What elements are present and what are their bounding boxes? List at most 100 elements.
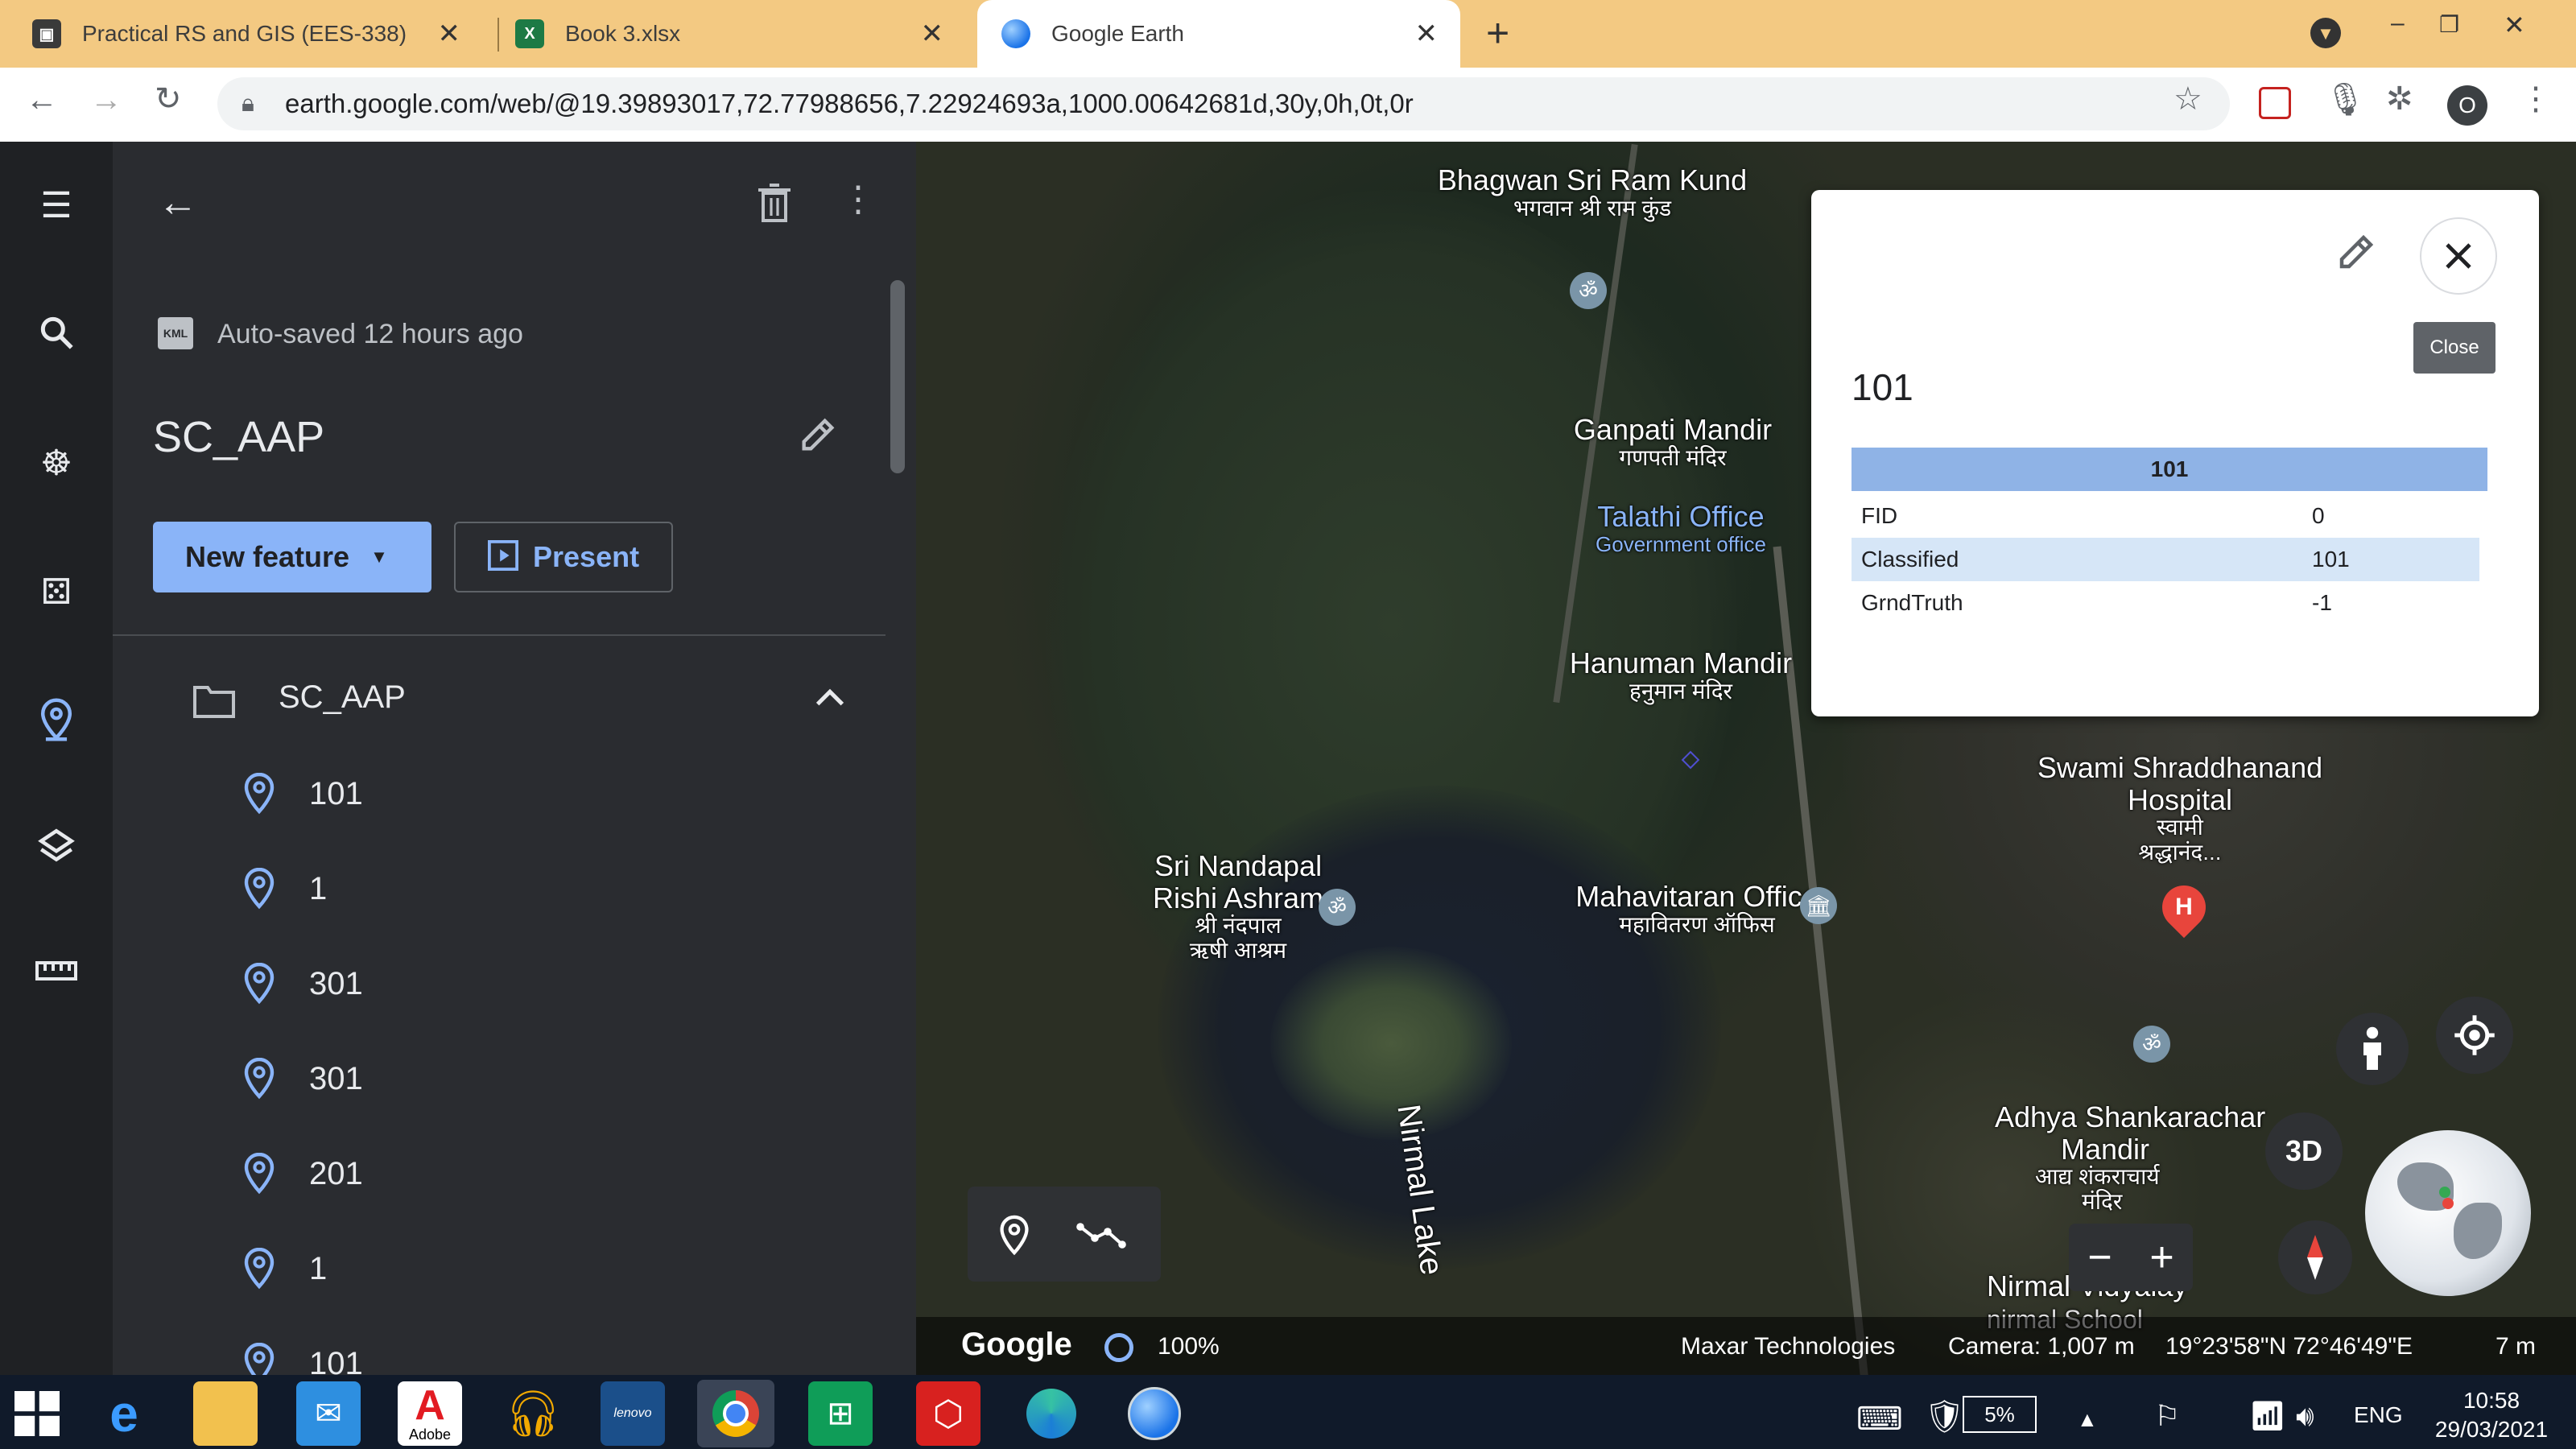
feature-list-item[interactable]: 101 — [242, 1331, 363, 1375]
headphones-icon[interactable]: 🎧︎ — [501, 1381, 565, 1446]
extension-pocket-icon[interactable] — [2259, 87, 2291, 119]
google-earth-pro-icon[interactable] — [1122, 1381, 1187, 1446]
google-earth-icon — [1001, 19, 1030, 48]
place-name: Adhya Shankarachar — [1995, 1100, 2266, 1133]
profile-avatar[interactable]: O — [2447, 85, 2487, 126]
mail-icon[interactable]: ✉ — [296, 1381, 361, 1446]
tab-book3[interactable]: X Book 3.xlsx ✕ — [515, 0, 966, 68]
file-explorer-icon[interactable] — [193, 1381, 258, 1446]
chrome-icon[interactable] — [697, 1380, 774, 1447]
security-shield-icon[interactable]: 🛡︎ — [1924, 1397, 1965, 1435]
feature-list-item[interactable]: 101 — [242, 762, 363, 826]
voyager-wheel-icon[interactable]: ☸ — [34, 441, 79, 486]
zoom-out-icon[interactable]: − — [2087, 1233, 2112, 1282]
browser-menu-icon[interactable]: ⋮ — [2520, 80, 2552, 118]
temple-pin-icon[interactable]: ॐ — [1319, 889, 1356, 926]
show-hidden-icons-chevron-icon[interactable]: ▲ — [2077, 1407, 2098, 1432]
panel-scrollbar[interactable] — [890, 280, 905, 473]
keyboard-icon[interactable]: ⌨ — [1856, 1401, 1903, 1438]
back-icon[interactable]: ← — [26, 82, 58, 118]
imagery-attribution[interactable]: Maxar Technologies — [1681, 1333, 1895, 1360]
store-icon[interactable]: ⊞ — [808, 1381, 873, 1446]
close-window-button[interactable]: ✕ — [2504, 10, 2525, 40]
close-tab-icon[interactable]: ✕ — [921, 18, 944, 50]
temple-pin-icon[interactable]: ॐ — [2133, 1026, 2170, 1063]
new-feature-button[interactable]: New feature ▼ — [153, 522, 431, 592]
wifi-signal-icon[interactable]: 📶︎ — [2249, 1399, 2286, 1433]
3d-box-app-icon[interactable]: ⬡ — [916, 1381, 980, 1446]
reload-icon[interactable]: ↻ — [155, 80, 182, 118]
government-building-pin-icon[interactable]: 🏛︎ — [1800, 887, 1837, 924]
tab-google-earth[interactable]: Google Earth ✕ — [977, 0, 1460, 68]
compass-icon[interactable] — [2278, 1220, 2352, 1294]
close-card-button[interactable] — [2420, 217, 2497, 295]
present-button[interactable]: Present — [454, 522, 673, 592]
place-label-hanuman[interactable]: Hanuman Mandir हनुमान मंदिर — [1544, 647, 1818, 704]
lock-icon[interactable]: 🔒︎ — [242, 90, 254, 118]
feature-name: 1 — [309, 1250, 328, 1286]
pegman-street-view-icon[interactable] — [2336, 1013, 2409, 1085]
table-row: Classified 101 — [1852, 538, 2479, 581]
back-arrow-icon[interactable]: ← — [158, 179, 198, 225]
temple-pin-icon[interactable]: ॐ — [1570, 272, 1607, 309]
add-placemark-icon[interactable] — [997, 1214, 1032, 1261]
attribute-table-header: 101 — [1852, 448, 2487, 491]
close-tab-icon[interactable]: ✕ — [1415, 18, 1439, 50]
url-text[interactable]: earth.google.com/web/@19.39893017,72.779… — [285, 89, 1414, 119]
table-row: GrndTruth -1 — [1852, 581, 2479, 625]
search-icon[interactable] — [34, 312, 79, 357]
battery-indicator[interactable]: 5% — [1963, 1396, 2037, 1433]
close-tab-icon[interactable]: ✕ — [438, 18, 461, 50]
continent-shape — [2454, 1203, 2502, 1259]
toggle-3d-button[interactable]: 3D — [2265, 1113, 2343, 1190]
minimize-button[interactable]: – — [2391, 10, 2405, 37]
volume-icon[interactable]: 🔊︎ — [2296, 1399, 2314, 1434]
map-style-layers-icon[interactable] — [34, 826, 79, 871]
present-label: Present — [533, 540, 640, 573]
forward-icon[interactable]: → — [90, 82, 122, 118]
load-percentage: 100% — [1158, 1333, 1220, 1360]
feature-list-item[interactable]: 1 — [242, 1236, 327, 1301]
microphone-icon[interactable]: 🎙︎ — [2325, 80, 2366, 118]
feature-list-item[interactable]: 1 — [242, 857, 327, 921]
new-tab-button[interactable]: + — [1486, 10, 1509, 56]
adobe-icon[interactable]: A Adobe — [398, 1381, 462, 1446]
restore-button[interactable]: ❐ — [2439, 11, 2459, 38]
feature-list-item[interactable]: 301 — [242, 952, 363, 1016]
edge-icon[interactable] — [1019, 1381, 1084, 1446]
lenovo-icon[interactable]: lenovo — [601, 1381, 665, 1446]
globe-mini-map[interactable] — [2365, 1130, 2531, 1296]
place-label-swami-hospital[interactable]: Swami Shraddhanand Hospital स्वामी श्रद्… — [1979, 752, 2381, 865]
projects-pin-icon[interactable] — [34, 697, 79, 742]
bookmark-star-icon[interactable]: ☆ — [2174, 80, 2202, 118]
tab-practical-rs[interactable]: ▣ Practical RS and GIS (EES-338) ✕ — [32, 0, 483, 68]
internet-explorer-icon[interactable]: e — [92, 1381, 156, 1446]
place-label-ganpati[interactable]: Ganpati Mandir गणपती मंदिर — [1536, 414, 1810, 470]
extensions-icon[interactable]: ✲ — [2386, 80, 2413, 118]
hospital-pin-icon[interactable]: H — [2153, 876, 2215, 939]
windows-start-icon[interactable] — [14, 1391, 60, 1440]
more-options-icon[interactable]: ⋮ — [840, 179, 876, 220]
feature-list-item[interactable]: 301 — [242, 1046, 363, 1111]
language-indicator[interactable]: ENG — [2354, 1402, 2403, 1428]
zoom-in-icon[interactable]: + — [2149, 1233, 2174, 1282]
attribute-key: Classified — [1861, 547, 1959, 572]
place-label-ram-kund[interactable]: Bhagwan Sri Ram Kund भगवान श्री राम कुंड — [1399, 164, 1785, 221]
draw-line-icon[interactable] — [1075, 1219, 1127, 1255]
clock[interactable]: 10:58 29/03/2021 — [2415, 1386, 2568, 1444]
my-location-icon[interactable] — [2436, 997, 2513, 1074]
measure-ruler-icon[interactable] — [34, 953, 79, 998]
menu-icon[interactable]: ☰ — [34, 184, 79, 229]
delete-trash-icon[interactable] — [757, 182, 792, 228]
scale-label: 7 m — [2496, 1333, 2537, 1360]
folder-name[interactable]: SC_AAP — [279, 679, 406, 716]
place-label-talathi[interactable]: Talathi Office Government office — [1544, 501, 1818, 555]
place-label-adhya-shankaracharya[interactable]: Adhya Shankarachar Mandir आद्य शंकराचार्… — [1995, 1101, 2268, 1215]
tab-search-icon[interactable]: ▼ — [2310, 18, 2341, 48]
feeling-lucky-dice-icon[interactable]: ⚄ — [34, 570, 79, 615]
edit-title-pencil-icon[interactable] — [797, 414, 839, 460]
network-status-icon[interactable]: ⚐ — [2154, 1399, 2180, 1433]
collapse-chevron-icon[interactable] — [811, 679, 848, 720]
edit-feature-pencil-icon[interactable] — [2334, 230, 2378, 278]
feature-list-item[interactable]: 201 — [242, 1141, 363, 1206]
